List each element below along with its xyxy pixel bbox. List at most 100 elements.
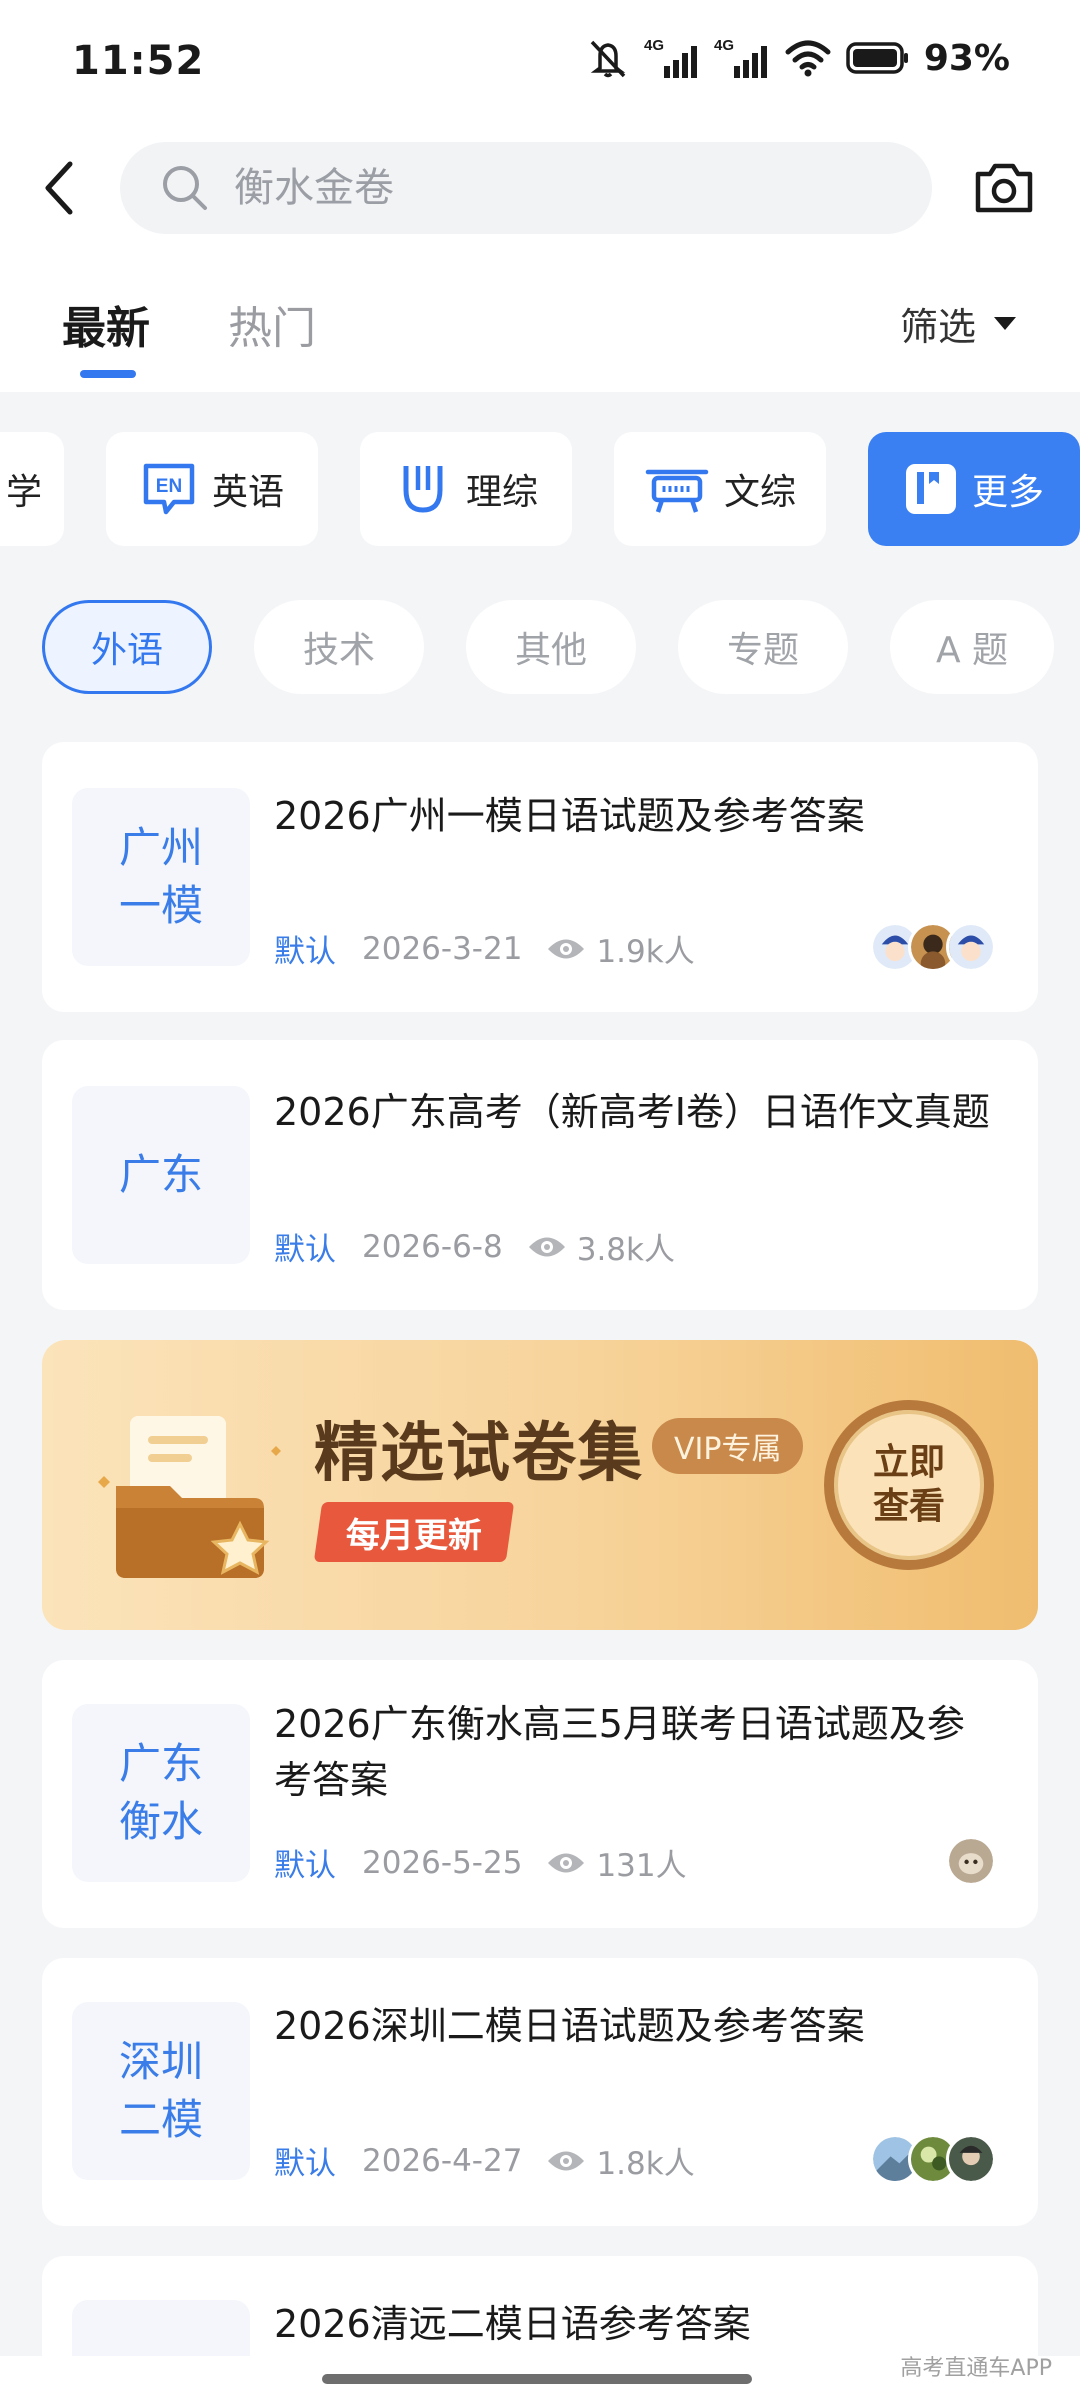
folder-icon <box>98 1416 281 1578</box>
item-meta: 默认 2026-5-25 131人 <box>274 1840 687 1885</box>
chevron-left-icon <box>45 161 73 215</box>
item-meta: 默认 2026-4-27 1.8k人 <box>274 2138 695 2183</box>
search-bar[interactable] <box>120 142 932 234</box>
monthly-update-label: 每月更新 <box>346 1515 482 1556</box>
monthly-update-badge: 每月更新 <box>313 1502 515 1562</box>
item-thumbnail: 广东 <box>72 1086 250 1264</box>
thumb-line: 广东 <box>118 1150 203 1199</box>
avatar-group <box>870 2134 996 2184</box>
app-watermark: 高考直通车APP <box>900 2356 1052 2381</box>
thumb-line: 衡水 <box>118 1797 203 1846</box>
camera-icon <box>975 163 1033 213</box>
item-views-count: 131人 <box>596 1848 687 1884</box>
view-now-button[interactable]: 立即查看 <box>824 1400 994 1570</box>
eye-icon <box>548 1853 585 1872</box>
item-date: 2026-4-27 <box>362 2142 523 2179</box>
item-tag: 默认 <box>274 1232 336 1268</box>
subject-label: 更多 <box>971 472 1044 513</box>
item-date: 2026-3-21 <box>362 930 523 967</box>
subject-humanities[interactable]: 文综 <box>614 432 826 546</box>
eye-icon <box>528 1237 565 1256</box>
avatar <box>946 922 996 972</box>
subject-label: 学 <box>5 472 42 513</box>
vip-banner[interactable]: 精选试卷集 VIP专属 每月更新 立即查看 <box>42 1340 1038 1630</box>
item-date: 2026-5-25 <box>362 1844 523 1881</box>
item-views: 3.8k人 <box>527 1224 675 1269</box>
subject-label: 理综 <box>465 472 538 513</box>
subject-english[interactable]: EN 英语 <box>106 432 318 546</box>
item-title: 2026清远二模日语参考答案 <box>274 2302 751 2346</box>
item-title: 2026广东衡水高三5月联考日语试题及参考答案 <box>274 1702 965 1802</box>
tab-latest[interactable]: 最新 <box>62 292 150 356</box>
item-tag: 默认 <box>274 1848 336 1884</box>
list-item[interactable]: 广东 2026广东高考（新高考I卷）日语作文真题 默认 2026-6-8 3.8… <box>42 1040 1038 1310</box>
status-time: 11:52 <box>72 38 205 84</box>
item-date: 2026-6-8 <box>362 1228 503 1265</box>
avatar-group <box>870 922 996 972</box>
chip-technology[interactable]: 技术 <box>254 600 424 694</box>
avatar <box>946 2134 996 2184</box>
chip-special-topics[interactable]: 专题 <box>678 600 848 694</box>
tab-hot[interactable]: 热门 <box>228 292 316 356</box>
thumb-line: 深圳 <box>118 2037 203 2086</box>
item-thumbnail: 广州 一模 <box>72 788 250 966</box>
signal-icon-1: 4G <box>644 37 697 78</box>
camera-button[interactable] <box>972 156 1036 220</box>
thumb-line: 广州 <box>118 823 203 872</box>
item-meta: 默认 2026-3-21 1.9k人 <box>274 926 695 971</box>
subject-math[interactable]: 学 <box>0 432 64 546</box>
status-bar: 11:52 4G 4G 93% <box>0 0 1080 120</box>
item-tag: 默认 <box>274 934 336 970</box>
item-views: 1.9k人 <box>546 926 695 971</box>
subject-more[interactable]: 更多 <box>868 432 1080 546</box>
thumb-line: 广东 <box>118 1739 203 1788</box>
item-meta: 默认 2026-6-8 3.8k人 <box>274 1224 675 1269</box>
item-views-count: 3.8k人 <box>576 1232 675 1268</box>
back-button[interactable] <box>36 150 84 226</box>
magnet-icon <box>403 466 443 513</box>
item-tag: 默认 <box>274 2146 336 2182</box>
banner-title: 精选试卷集 <box>314 1417 644 1491</box>
mute-icon <box>590 40 626 78</box>
network-label-1: 4G <box>644 37 664 54</box>
vip-badge: VIP专属 <box>652 1418 804 1474</box>
en-icon: EN <box>143 463 195 515</box>
subject-science[interactable]: 理综 <box>360 432 572 546</box>
list-item[interactable]: 广东衡水 2026广东衡水高三5月联考日语试题及参考答案 默认 2026-5-2… <box>42 1660 1038 1928</box>
signal-icon-2: 4G <box>714 37 767 78</box>
search-icon <box>163 166 207 210</box>
network-label-2: 4G <box>714 37 734 54</box>
item-title: 2026深圳二模日语试题及参考答案 <box>274 2004 865 2048</box>
bookmark-icon <box>905 464 956 514</box>
chip-other[interactable]: 其他 <box>466 600 636 694</box>
search-input[interactable] <box>234 165 834 211</box>
caret-down-icon <box>994 316 1016 330</box>
chip-a-topics[interactable]: A 题 <box>890 600 1054 694</box>
item-views: 1.8k人 <box>546 2138 695 2183</box>
svg-text:EN: EN <box>156 476 182 497</box>
thumb-line: 二模 <box>118 2095 203 2144</box>
tab-indicator <box>80 370 136 378</box>
home-indicator[interactable] <box>322 2374 752 2384</box>
chip-foreign-language[interactable]: 外语 <box>42 600 212 694</box>
list-item[interactable]: 广州一模 2026广州一模日语试题及参考答案 默认 2026-3-21 1.9k… <box>42 742 1038 1012</box>
item-thumbnail: 广东 衡水 <box>72 1704 250 1882</box>
item-views-count: 1.9k人 <box>596 934 695 970</box>
thumb-line: 一模 <box>118 881 203 930</box>
item-thumbnail: 深圳 二模 <box>72 2002 250 2180</box>
filter-button[interactable]: 筛选 <box>900 296 1016 351</box>
eye-icon <box>548 2151 585 2170</box>
status-icons: 4G 4G 93% <box>586 36 1010 80</box>
subject-label: 文综 <box>723 472 796 513</box>
wifi-icon <box>785 40 831 77</box>
item-title: 2026广东高考（新高考I卷）日语作文真题 <box>274 1090 990 1134</box>
battery-percent: 93% <box>923 37 1010 79</box>
list-item[interactable]: 深圳二模 2026深圳二模日语试题及参考答案 默认 2026-4-27 1.8k… <box>42 1958 1038 2226</box>
subject-label: 英语 <box>211 472 284 513</box>
item-views-count: 1.8k人 <box>596 2146 695 2182</box>
battery-icon <box>846 42 908 74</box>
globe-icon <box>645 469 709 513</box>
eye-icon <box>548 939 585 958</box>
item-views: 131人 <box>546 1840 687 1885</box>
item-title: 2026广州一模日语试题及参考答案 <box>274 794 865 838</box>
